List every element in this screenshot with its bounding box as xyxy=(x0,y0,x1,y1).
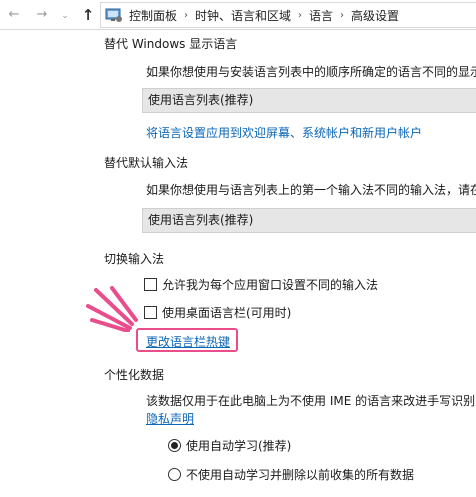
per-app-input-checkbox[interactable]: 允许我为每个应用窗口设置不同的输入法 xyxy=(144,276,378,293)
back-arrow-icon[interactable]: ← xyxy=(6,6,22,24)
personalization-title: 个性化数据 xyxy=(104,368,165,382)
forward-arrow-icon[interactable]: → xyxy=(34,6,50,24)
personalization-description: 该数据仅用于在此电脑上为不使用 IME 的语言来改进手写识别 xyxy=(146,394,476,408)
breadcrumb-control-panel[interactable]: 控制面板 xyxy=(129,7,177,24)
apply-language-settings-link[interactable]: 将语言设置应用到欢迎屏幕、系统帐户和新用户帐户 xyxy=(146,124,422,141)
breadcrumb-clock-language-region[interactable]: 时钟、语言和区域 xyxy=(195,7,291,24)
breadcrumb-advanced-settings[interactable]: 高级设置 xyxy=(351,7,399,24)
language-bar-label: 使用桌面语言栏(可用时) xyxy=(162,306,292,320)
language-bar-checkbox[interactable]: 使用桌面语言栏(可用时) xyxy=(144,304,291,321)
input-method-select[interactable]: 使用语言列表(推荐) xyxy=(142,208,476,233)
auto-learning-label: 使用自动学习(推荐) xyxy=(186,439,292,453)
auto-learning-radio[interactable]: 使用自动学习(推荐) xyxy=(168,437,291,454)
address-bar[interactable]: 控制面板 › 时钟、语言和区域 › 语言 › 高级设置 xyxy=(100,2,476,28)
no-auto-learning-label: 不使用自动学习并删除以前收集的所有数据 xyxy=(186,468,415,482)
breadcrumb-separator-icon: › xyxy=(298,9,303,21)
display-language-select[interactable]: 使用语言列表(推荐) xyxy=(142,88,476,113)
up-arrow-icon[interactable]: ↑ xyxy=(80,6,96,24)
display-language-title: 替代 Windows 显示语言 xyxy=(104,37,238,51)
display-language-description: 如果你想使用与安装语言列表中的顺序所确定的语言不同的显示 xyxy=(146,65,476,79)
privacy-statement-link[interactable]: 隐私声明 xyxy=(146,410,194,427)
radio-selected-icon[interactable] xyxy=(168,439,181,452)
change-language-bar-hotkeys-link[interactable]: 更改语言栏热键 xyxy=(146,333,230,350)
no-auto-learning-radio[interactable]: 不使用自动学习并删除以前收集的所有数据 xyxy=(168,466,414,483)
input-method-title: 替代默认输入法 xyxy=(104,156,189,170)
breadcrumb-separator-icon: › xyxy=(340,9,345,21)
switch-input-title: 切换输入法 xyxy=(104,252,165,266)
breadcrumb-language[interactable]: 语言 xyxy=(309,7,333,24)
highlight-burst-icon xyxy=(86,286,138,332)
checkbox-icon[interactable] xyxy=(144,306,157,319)
chevron-down-icon[interactable]: ⌄ xyxy=(58,7,72,25)
breadcrumb-separator-icon: › xyxy=(184,9,189,21)
checkbox-icon[interactable] xyxy=(144,278,157,291)
per-app-input-label: 允许我为每个应用窗口设置不同的输入法 xyxy=(162,278,379,292)
control-panel-icon xyxy=(105,7,123,23)
navigation-bar: ← → ⌄ ↑ 控制面板 › 时钟、语言和区域 › 语言 › 高级设置 xyxy=(0,0,476,30)
input-method-description: 如果你想使用与语言列表上的第一个输入法不同的输入法，请在 xyxy=(146,183,476,197)
radio-unselected-icon[interactable] xyxy=(168,468,181,481)
